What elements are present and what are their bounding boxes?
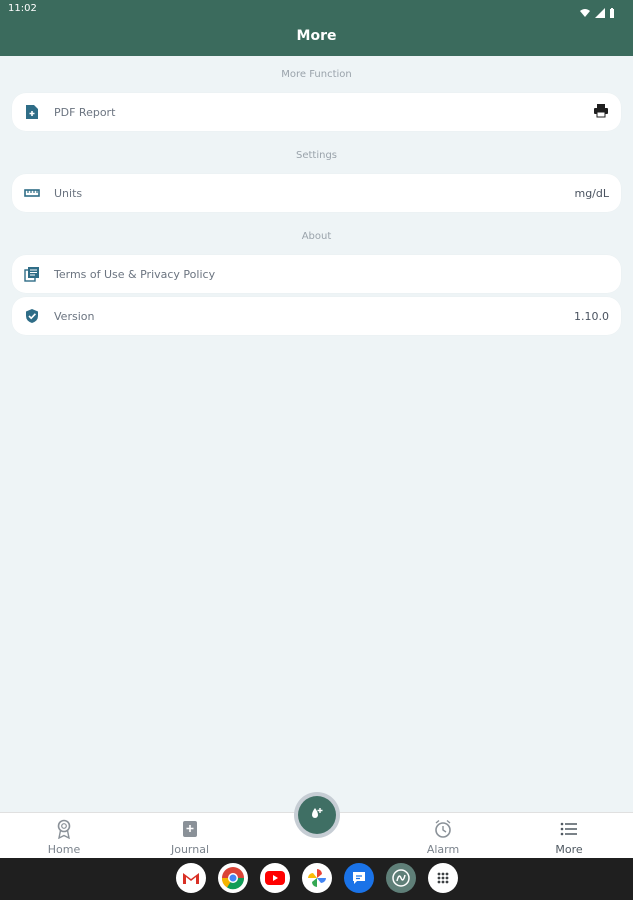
pdf-file-icon [24, 104, 40, 120]
photos-icon[interactable] [302, 863, 332, 893]
battery-icon [609, 3, 615, 22]
youtube-icon[interactable] [260, 863, 290, 893]
section-title-more-function: More Function [281, 69, 352, 80]
messages-icon[interactable] [344, 863, 374, 893]
nav-journal-label: Journal [170, 843, 210, 856]
version-label: Version [54, 309, 95, 323]
nav-alarm[interactable]: Alarm [403, 813, 483, 859]
fab-container [294, 792, 340, 838]
page-title: More [296, 28, 337, 44]
add-reading-button[interactable] [298, 796, 336, 834]
status-time: 11:02 [8, 3, 37, 14]
version-value: 1.10.0 [574, 309, 609, 323]
document-list-icon [24, 266, 40, 282]
pdf-report-item[interactable]: PDF Report [12, 93, 621, 131]
nav-journal[interactable]: Journal [150, 813, 230, 859]
gmail-icon[interactable] [176, 863, 206, 893]
units-value: mg/dL [574, 186, 609, 200]
terms-privacy-item[interactable]: Terms of Use & Privacy Policy [12, 255, 621, 293]
top-app-bar: 11:02 More [0, 0, 633, 56]
terms-privacy-label: Terms of Use & Privacy Policy [54, 267, 216, 281]
nav-more[interactable]: More [529, 813, 609, 859]
system-dock [176, 863, 458, 893]
list-icon [559, 819, 579, 839]
wifi-icon [579, 3, 591, 22]
app-drawer-icon[interactable] [428, 863, 458, 893]
nav-more-label: More [555, 843, 583, 856]
section-title-about: About [301, 231, 332, 242]
alarm-clock-icon [433, 819, 453, 839]
units-label: Units [54, 186, 83, 200]
journal-add-icon [180, 819, 200, 839]
printer-icon[interactable] [593, 103, 609, 122]
pdf-report-label: PDF Report [54, 105, 116, 119]
app-logo-icon[interactable] [386, 863, 416, 893]
system-navigation-bar [0, 858, 633, 900]
status-icons [579, 3, 615, 22]
nav-alarm-label: Alarm [426, 843, 460, 856]
units-item[interactable]: Units mg/dL [12, 174, 621, 212]
award-icon [54, 819, 74, 839]
section-title-settings: Settings [295, 150, 337, 161]
shield-check-icon [24, 308, 40, 324]
signal-icon [595, 3, 605, 22]
ruler-icon [24, 185, 40, 201]
nav-home[interactable]: Home [24, 813, 104, 859]
version-item: Version 1.10.0 [12, 297, 621, 335]
blood-drop-icon [309, 805, 325, 825]
chrome-icon[interactable] [218, 863, 248, 893]
nav-home-label: Home [47, 843, 81, 856]
